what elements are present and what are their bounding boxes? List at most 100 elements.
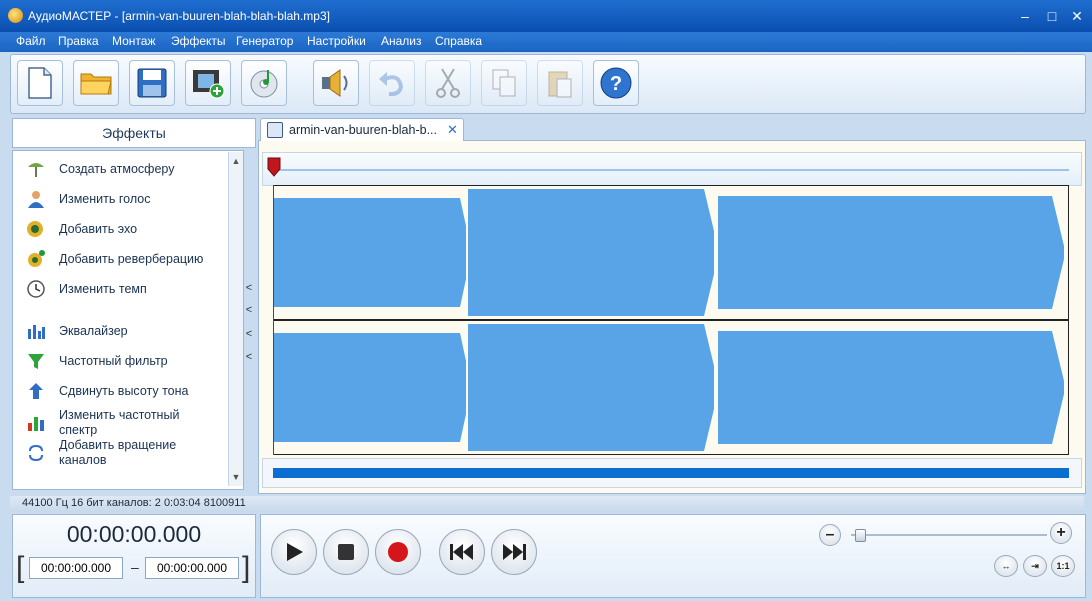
menu-effects[interactable]: Эффекты (169, 34, 228, 48)
menu-bar: Файл Правка Монтаж Эффекты Генератор Нас… (0, 32, 1092, 52)
zoom-fit-button[interactable]: ↔ (994, 555, 1018, 577)
range-separator: – (131, 559, 139, 575)
paste-button[interactable] (537, 60, 583, 106)
waveform-left-svg (274, 189, 1064, 316)
effect-change-voice[interactable]: Изменить голос (25, 185, 225, 213)
collapse-arrow[interactable]: < (244, 303, 254, 317)
help-button[interactable]: ? (593, 60, 639, 106)
zoom-slider-thumb[interactable] (854, 529, 866, 542)
collapse-arrow[interactable]: < (244, 281, 254, 295)
effects-scrollbar[interactable]: ▲ ▼ (228, 152, 243, 486)
help-icon: ? (600, 67, 632, 99)
skip-forward-button[interactable] (491, 529, 537, 575)
cut-button[interactable] (425, 60, 471, 106)
minimize-button[interactable]: – (1016, 7, 1034, 25)
file-tab-label: armin-van-buuren-blah-b... (289, 123, 437, 137)
effect-create-atmosphere[interactable]: Создать атмосферу (25, 155, 225, 183)
menu-help[interactable]: Справка (433, 34, 484, 48)
zoom-one-to-one-button[interactable]: 1:1 (1051, 555, 1075, 577)
add-video-button[interactable] (185, 60, 231, 106)
waveform-channel-right[interactable] (273, 320, 1069, 455)
toolbar: ? (10, 54, 1086, 114)
status-bar: 44100 Гц 16 бит каналов: 2 0:03:04 81009… (10, 496, 1084, 512)
effects-panel: Создать атмосферу Изменить голос Добавит… (12, 150, 244, 490)
effect-pitch-shift[interactable]: Сдвинуть высоту тона (25, 377, 225, 405)
scroll-thumb[interactable] (273, 468, 1069, 478)
rewind-icon (450, 544, 473, 560)
collapse-arrow[interactable]: < (244, 350, 254, 364)
cd-music-button[interactable] (241, 60, 287, 106)
play-button[interactable] (271, 529, 317, 575)
equalizer-icon (25, 320, 47, 342)
echo-icon (25, 218, 47, 240)
stop-icon (338, 544, 354, 560)
cd-music-icon (250, 70, 278, 98)
audio-info: 44100 Гц 16 бит каналов: 2 0:03:04 81009… (22, 497, 246, 509)
scroll-down-arrow[interactable]: ▼ (229, 470, 243, 484)
app-icon (8, 8, 23, 23)
spectrum-icon (25, 412, 47, 434)
effect-frequency-filter[interactable]: Частотный фильтр (25, 347, 225, 375)
record-icon (388, 542, 408, 562)
zoom-selection-button[interactable]: ⇥ (1023, 555, 1047, 577)
audio-file-icon (267, 122, 283, 138)
menu-settings[interactable]: Настройки (305, 34, 368, 48)
open-folder-icon (80, 73, 112, 95)
save-button[interactable] (129, 60, 175, 106)
speaker-button[interactable] (313, 60, 359, 106)
rotate-channels-icon (25, 442, 47, 464)
menu-generator[interactable]: Генератор (234, 34, 295, 48)
window-title: АудиоМАСТЕР - [armin-van-buuren-blah-bla… (28, 9, 330, 23)
menu-analysis[interactable]: Анализ (379, 34, 424, 48)
effect-add-echo[interactable]: Добавить эхо (25, 215, 225, 243)
scroll-up-arrow[interactable]: ▲ (229, 154, 243, 168)
waveform-channel-left[interactable] (273, 185, 1069, 320)
zoom-out-button[interactable]: – (819, 524, 841, 546)
selection-start-input[interactable]: 00:00:00.000 (29, 557, 123, 579)
zoom-in-button[interactable]: + (1050, 522, 1072, 544)
transport-panel: – + ↔ ⇥ 1:1 (260, 514, 1086, 598)
new-file-button[interactable] (17, 60, 63, 106)
effect-rotate-channels[interactable]: Добавить вращение каналов (25, 437, 225, 469)
undo-icon (379, 72, 404, 97)
horizontal-scrollbar[interactable] (262, 458, 1082, 488)
close-button[interactable]: ✕ (1068, 7, 1086, 25)
open-file-button[interactable] (73, 60, 119, 106)
selection-end-input[interactable]: 00:00:00.000 (145, 557, 239, 579)
paste-icon (548, 71, 572, 98)
fast-forward-icon (503, 544, 526, 560)
effect-change-spectrum[interactable]: Изменить частотный спектр (25, 407, 225, 439)
record-button[interactable] (375, 529, 421, 575)
playhead-marker-icon[interactable] (267, 157, 281, 177)
copy-icon (492, 69, 516, 97)
effect-equalizer[interactable]: Эквалайзер (25, 317, 225, 345)
file-tab[interactable]: armin-van-buuren-blah-b... ✕ (260, 118, 464, 141)
skip-back-button[interactable] (439, 529, 485, 575)
undo-button[interactable] (369, 60, 415, 106)
maximize-button[interactable]: □ (1043, 7, 1061, 25)
atmosphere-icon (25, 158, 47, 180)
speaker-icon (322, 69, 348, 97)
tab-close-icon[interactable]: ✕ (447, 122, 458, 138)
waveform-right-svg (274, 324, 1064, 451)
current-time: 00:00:00.000 (66, 521, 202, 547)
zoom-slider-track[interactable] (851, 534, 1047, 536)
timeline-track (273, 169, 1069, 171)
add-video-icon (193, 70, 225, 99)
save-icon (137, 68, 167, 98)
effects-panel-title: Эффекты (12, 118, 256, 148)
reverb-icon (25, 248, 47, 270)
timeline-ruler[interactable] (262, 152, 1082, 186)
copy-button[interactable] (481, 60, 527, 106)
scissors-icon (436, 68, 460, 98)
voice-icon (25, 188, 47, 210)
play-icon (287, 543, 303, 561)
effect-change-tempo[interactable]: Изменить темп (25, 275, 225, 303)
menu-edit[interactable]: Правка (56, 34, 101, 48)
effect-add-reverb[interactable]: Добавить реверберацию (25, 245, 225, 273)
tempo-clock-icon (25, 278, 47, 300)
menu-file[interactable]: Файл (14, 34, 48, 48)
stop-button[interactable] (323, 529, 369, 575)
collapse-arrow[interactable]: < (244, 327, 254, 341)
menu-montage[interactable]: Монтаж (110, 34, 158, 48)
